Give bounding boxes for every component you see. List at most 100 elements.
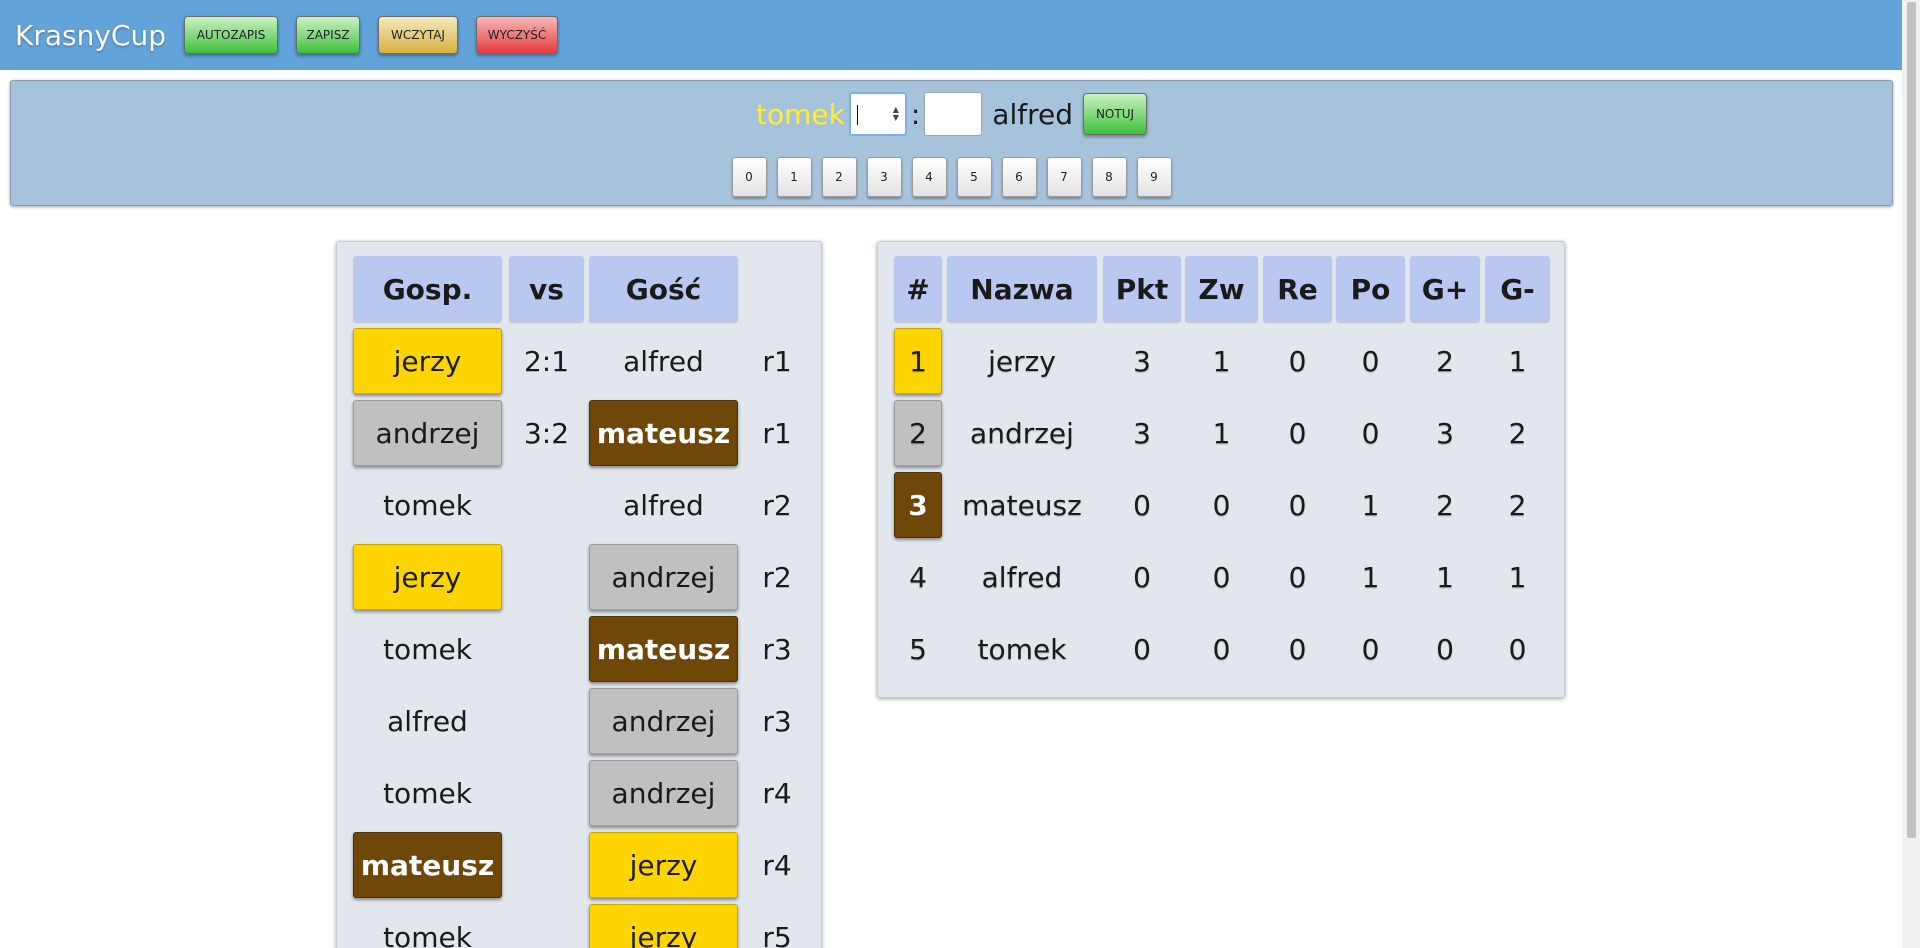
standings-header-gplus[interactable]: G+ [1410, 256, 1480, 322]
standings-pkt-cell: 3 [1133, 344, 1151, 378]
standings-pkt-cell: 0 [1133, 488, 1151, 522]
record-score-button[interactable]: NOTUJ [1082, 93, 1147, 135]
standings-header-po[interactable]: Po [1336, 256, 1405, 322]
standings-re-cell: 0 [1288, 416, 1307, 450]
standings-gminus-cell: 1 [1508, 344, 1527, 378]
away-score-input[interactable] [924, 92, 983, 136]
game-score-cell [509, 904, 584, 948]
game-home-cell: jerzy [353, 544, 502, 610]
standings-name-cell: tomek [977, 632, 1067, 666]
digit-button-9[interactable]: 9 [1136, 157, 1172, 197]
standings-po-cell: 1 [1361, 560, 1380, 594]
standings-po-cell: 1 [1361, 488, 1380, 522]
standings-header-pkt[interactable]: Pkt [1103, 256, 1181, 322]
standings-name-cell: andrzej [970, 416, 1074, 450]
header-away[interactable]: Gość [589, 256, 738, 322]
games-table: Gosp. vs Gość jerzy 2:1 alfred r1 andrzej 3:2 mat… [336, 241, 822, 948]
standings-header-zw[interactable]: Zw [1185, 256, 1258, 322]
standings-header-name[interactable]: Nazwa [947, 256, 1097, 322]
digit-keypad: 0123456789 [11, 157, 1892, 197]
standings-gplus-cell: 1 [1436, 560, 1454, 594]
score-entry-panel: tomek ▲ ▼ : alfred NOTUJ 0123456789 [10, 80, 1893, 206]
standings-zw-cell: 0 [1212, 488, 1231, 522]
standings-zw-cell: 0 [1212, 560, 1231, 594]
game-round-cell: r4 [762, 848, 792, 882]
standings-pkt-cell: 0 [1133, 632, 1151, 666]
standings-gminus-cell: 2 [1508, 488, 1527, 522]
app-title: KrasnyCup [15, 18, 167, 52]
standings-gplus-cell: 2 [1436, 488, 1454, 522]
standings-gplus-cell: 2 [1436, 344, 1454, 378]
game-away-cell: mateusz [589, 616, 738, 682]
standings-pos-cell: 3 [894, 472, 942, 538]
digit-button-8[interactable]: 8 [1091, 157, 1127, 197]
game-away-cell: andrzej [589, 688, 738, 754]
game-away-cell: mateusz [589, 400, 738, 466]
digit-button-5[interactable]: 5 [956, 157, 992, 197]
standings-pos-cell: 4 [909, 560, 927, 594]
standings-re-cell: 0 [1288, 632, 1307, 666]
game-score-cell [509, 688, 584, 754]
digit-button-3[interactable]: 3 [866, 157, 902, 197]
standings-gminus-cell: 0 [1508, 632, 1527, 666]
standings-po-cell: 0 [1361, 344, 1380, 378]
game-round-cell: r5 [762, 920, 792, 948]
standings-pkt-cell: 0 [1133, 560, 1151, 594]
standings-zw-cell: 0 [1212, 632, 1231, 666]
away-team-name: alfred [992, 97, 1073, 131]
standings-header-gminus[interactable]: G- [1485, 256, 1550, 322]
standings-pos-cell: 1 [894, 328, 942, 394]
header-vs[interactable]: vs [509, 256, 584, 322]
standings-po-cell: 0 [1361, 632, 1380, 666]
game-home-cell: mateusz [353, 832, 502, 898]
game-round-cell: r2 [762, 488, 792, 522]
standings-name-cell: mateusz [962, 488, 1082, 522]
home-team-name: tomek [756, 97, 845, 131]
game-round-cell: r1 [762, 416, 792, 450]
standings-po-cell: 0 [1361, 416, 1380, 450]
game-round-cell: r2 [762, 560, 792, 594]
header-home[interactable]: Gosp. [353, 256, 502, 322]
text-caret [856, 105, 858, 125]
standings-header-re[interactable]: Re [1263, 256, 1332, 322]
standings-re-cell: 0 [1288, 560, 1307, 594]
digit-button-4[interactable]: 4 [911, 157, 947, 197]
game-home-cell: tomek [383, 488, 472, 522]
game-score-cell: 3:2 [523, 416, 570, 450]
autosave-button[interactable]: AUTOZAPIS [184, 16, 279, 54]
standings-re-cell: 0 [1288, 488, 1307, 522]
digit-button-0[interactable]: 0 [731, 157, 767, 197]
game-score-cell [509, 616, 584, 682]
game-home-cell: tomek [383, 632, 472, 666]
vertical-scrollbar[interactable] [1902, 0, 1920, 948]
game-away-cell: andrzej [589, 544, 738, 610]
load-button[interactable]: WCZYTAJ [378, 16, 459, 54]
digit-button-2[interactable]: 2 [821, 157, 857, 197]
game-home-cell: alfred [387, 704, 468, 738]
standings-re-cell: 0 [1288, 344, 1307, 378]
clear-button[interactable]: WYCZYŚĆ [476, 16, 559, 54]
standings-pkt-cell: 3 [1133, 416, 1151, 450]
home-score-input[interactable]: ▲ ▼ [848, 92, 907, 136]
standings-gminus-cell: 2 [1508, 416, 1527, 450]
standings-table: # Nazwa Pkt Zw Re Po G+ G- 1 jerzy 3 1 0 0 2 1 2 andrzej 3… [877, 241, 1565, 698]
game-score-cell [509, 760, 584, 826]
save-button[interactable]: ZAPISZ [296, 16, 361, 54]
standings-gplus-cell: 0 [1436, 632, 1454, 666]
game-score-cell [509, 544, 584, 610]
top-bar: KrasnyCup AUTOZAPIS ZAPISZ WCZYTAJ WYCZY… [0, 0, 1902, 70]
spinner-arrows-icon[interactable]: ▲ ▼ [893, 106, 899, 122]
game-round-cell: r1 [762, 344, 792, 378]
game-round-cell: r3 [762, 704, 792, 738]
game-score-cell [509, 832, 584, 898]
digit-button-6[interactable]: 6 [1001, 157, 1037, 197]
standings-header-pos[interactable]: # [894, 256, 942, 322]
game-score-cell: 2:1 [523, 344, 570, 378]
standings-name-cell: alfred [981, 560, 1063, 594]
digit-button-7[interactable]: 7 [1046, 157, 1082, 197]
game-home-cell: tomek [383, 776, 472, 810]
standings-name-cell: jerzy [988, 344, 1056, 378]
scrollbar-thumb[interactable] [1907, 2, 1916, 838]
digit-button-1[interactable]: 1 [776, 157, 812, 197]
standings-zw-cell: 1 [1212, 416, 1231, 450]
